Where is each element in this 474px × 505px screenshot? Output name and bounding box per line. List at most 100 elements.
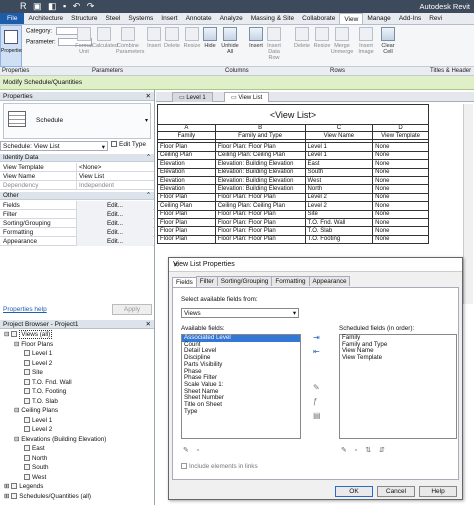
vertical-scrollbar[interactable] bbox=[463, 104, 473, 304]
table-cell[interactable]: None bbox=[372, 184, 429, 194]
table-cell[interactable]: None bbox=[372, 217, 429, 228]
ribbon-button-insert-image[interactable]: Insert Image bbox=[354, 27, 378, 55]
table-cell[interactable]: Floor Plan: Floor Plan bbox=[214, 209, 306, 219]
edit-button[interactable]: Edit... bbox=[76, 210, 153, 219]
browser-node[interactable]: ⊟ Floor Plans bbox=[14, 341, 53, 348]
table-cell[interactable]: Floor Plan: Floor Plan bbox=[214, 192, 306, 203]
column-header[interactable]: View Name bbox=[304, 130, 374, 141]
table-cell[interactable]: Elevation: Building Elevation bbox=[214, 167, 306, 177]
collapse-icon[interactable]: ⌃ bbox=[146, 192, 151, 199]
table-cell[interactable]: Elevation: Building Elevation bbox=[214, 175, 306, 186]
tab-manage[interactable]: Manage bbox=[363, 13, 395, 24]
collapse-icon[interactable]: ⌃ bbox=[146, 154, 151, 161]
ribbon-button-clear-cell[interactable]: Clear Cell bbox=[376, 27, 400, 55]
browser-node[interactable]: Site bbox=[24, 369, 43, 376]
tab-analyze[interactable]: Analyze bbox=[216, 13, 247, 24]
table-cell[interactable]: None bbox=[372, 142, 429, 152]
table-cell[interactable]: Floor Plan bbox=[157, 226, 216, 236]
ribbon-button-unhide-all[interactable]: Unhide All bbox=[218, 27, 242, 55]
table-cell[interactable]: Level 2 bbox=[304, 192, 374, 203]
tab-massing-site[interactable]: Massing & Site bbox=[247, 13, 298, 24]
table-cell[interactable]: Floor Plan bbox=[157, 209, 216, 219]
help-button[interactable]: Help bbox=[419, 486, 457, 497]
table-cell[interactable]: Elevation: Building Elevation bbox=[214, 159, 306, 169]
tab-view[interactable]: View bbox=[339, 13, 364, 24]
column-letter[interactable]: A bbox=[157, 124, 216, 132]
table-cell[interactable]: Elevation bbox=[157, 167, 216, 177]
expand-icon[interactable]: ⊞ bbox=[4, 493, 9, 500]
reorder-icons[interactable]: ✎ ▫ ⇅ ⇵ bbox=[341, 446, 388, 454]
quick-access-toolbar[interactable]: R ▣ ◧ ▪ ↶ ↷ bbox=[20, 1, 96, 12]
instance-selector[interactable]: Schedule: View List ▾ bbox=[0, 141, 108, 151]
table-cell[interactable]: Level 2 bbox=[304, 201, 374, 211]
table-cell[interactable]: Floor Plan bbox=[157, 142, 216, 152]
column-header[interactable]: Family bbox=[157, 130, 216, 141]
column-letter[interactable]: C bbox=[304, 124, 374, 132]
edit-button[interactable]: Edit... bbox=[76, 201, 153, 210]
tab-revi[interactable]: Revi bbox=[425, 13, 446, 24]
ribbon-button-calculated[interactable]: Calculated bbox=[92, 27, 118, 49]
table-cell[interactable]: T.O. Footing bbox=[304, 234, 374, 245]
table-cell[interactable]: None bbox=[372, 234, 429, 245]
add-field-icon[interactable]: ⇥ bbox=[313, 333, 320, 342]
column-letter[interactable]: D bbox=[372, 124, 429, 132]
close-icon[interactable]: ✕ bbox=[146, 92, 151, 100]
collapse-icon[interactable]: ⊟ bbox=[14, 407, 19, 414]
include-links-checkbox[interactable]: Include elements in links bbox=[181, 463, 258, 470]
properties-help-link[interactable]: Properties help bbox=[3, 306, 47, 313]
property-value[interactable]: Independent bbox=[76, 181, 153, 190]
browser-node[interactable]: ⊞ Schedules/Quantities (all) bbox=[4, 492, 91, 500]
expand-icon[interactable]: ⊞ bbox=[4, 483, 9, 490]
tab-architecture[interactable]: Architecture bbox=[24, 13, 67, 24]
property-value[interactable]: View List bbox=[76, 172, 153, 181]
formula-icon[interactable]: ƒ bbox=[313, 397, 317, 406]
browser-node[interactable]: West bbox=[24, 473, 46, 481]
tab-steel[interactable]: Steel bbox=[102, 13, 125, 24]
ribbon-button-insert-data-row[interactable]: Insert Data Row bbox=[262, 27, 286, 61]
dialog-tab-fields[interactable]: Fields bbox=[172, 277, 197, 287]
table-cell[interactable]: North bbox=[304, 184, 374, 194]
browser-node[interactable]: T.O. Footing bbox=[24, 388, 66, 395]
other-group[interactable]: Other ⌃ bbox=[0, 192, 154, 200]
column-letter[interactable]: B bbox=[214, 124, 306, 132]
browser-node[interactable]: ⊟ Elevations (Building Elevation) bbox=[14, 436, 106, 443]
identity-data-group[interactable]: Identity Data ⌃ bbox=[0, 154, 154, 162]
browser-node[interactable]: South bbox=[24, 464, 48, 471]
table-cell[interactable]: None bbox=[372, 175, 429, 186]
edit-button[interactable]: Edit... bbox=[76, 219, 153, 228]
ok-button[interactable]: OK bbox=[335, 486, 373, 497]
view-tab-view-list[interactable]: ▭ View List bbox=[224, 92, 270, 102]
tab-add-ins[interactable]: Add-Ins bbox=[395, 13, 425, 24]
table-cell[interactable]: East bbox=[304, 159, 374, 169]
table-cell[interactable]: T.O. Slab bbox=[304, 226, 374, 236]
table-cell[interactable]: None bbox=[372, 150, 429, 161]
browser-node[interactable]: T.O. Slab bbox=[24, 397, 58, 405]
edit-button[interactable]: Edit... bbox=[76, 228, 153, 237]
browser-node[interactable]: North bbox=[24, 454, 47, 462]
edit-type-button[interactable]: Edit Type bbox=[111, 141, 146, 148]
browser-node[interactable]: Level 2 bbox=[24, 359, 52, 367]
list-item[interactable]: Title on Sheet bbox=[182, 401, 300, 409]
collapse-icon[interactable]: ⊟ bbox=[4, 331, 9, 338]
table-cell[interactable]: None bbox=[372, 167, 429, 177]
table-cell[interactable]: Elevation bbox=[157, 184, 216, 194]
edit-delete-icons[interactable]: ✎ ▫ bbox=[183, 446, 202, 454]
add-parameter-icon[interactable]: ✎ bbox=[313, 383, 320, 392]
column-header[interactable]: Family and Type bbox=[214, 130, 306, 141]
table-cell[interactable]: South bbox=[304, 167, 374, 177]
ribbon-button-merge-unmerge[interactable]: Merge Unmerge bbox=[330, 27, 354, 55]
table-cell[interactable]: None bbox=[372, 226, 429, 236]
table-cell[interactable]: Ceiling Plan: Ceiling Plan bbox=[214, 150, 306, 161]
edit-button[interactable]: Edit... bbox=[76, 237, 153, 246]
browser-node[interactable]: ⊟ Views (all) bbox=[4, 330, 53, 339]
table-cell[interactable]: Floor Plan: Floor Plan bbox=[214, 217, 306, 228]
tab-insert[interactable]: Insert bbox=[157, 13, 181, 24]
table-cell[interactable]: Site bbox=[304, 209, 374, 219]
table-cell[interactable]: Level 1 bbox=[304, 142, 374, 152]
tab-file[interactable]: File bbox=[0, 13, 25, 24]
table-cell[interactable]: None bbox=[372, 159, 429, 169]
table-cell[interactable]: None bbox=[372, 201, 429, 211]
list-item[interactable]: Type bbox=[182, 408, 300, 416]
table-cell[interactable]: Ceiling Plan bbox=[157, 150, 216, 161]
browser-node[interactable]: ⊞ Legends bbox=[4, 483, 43, 490]
